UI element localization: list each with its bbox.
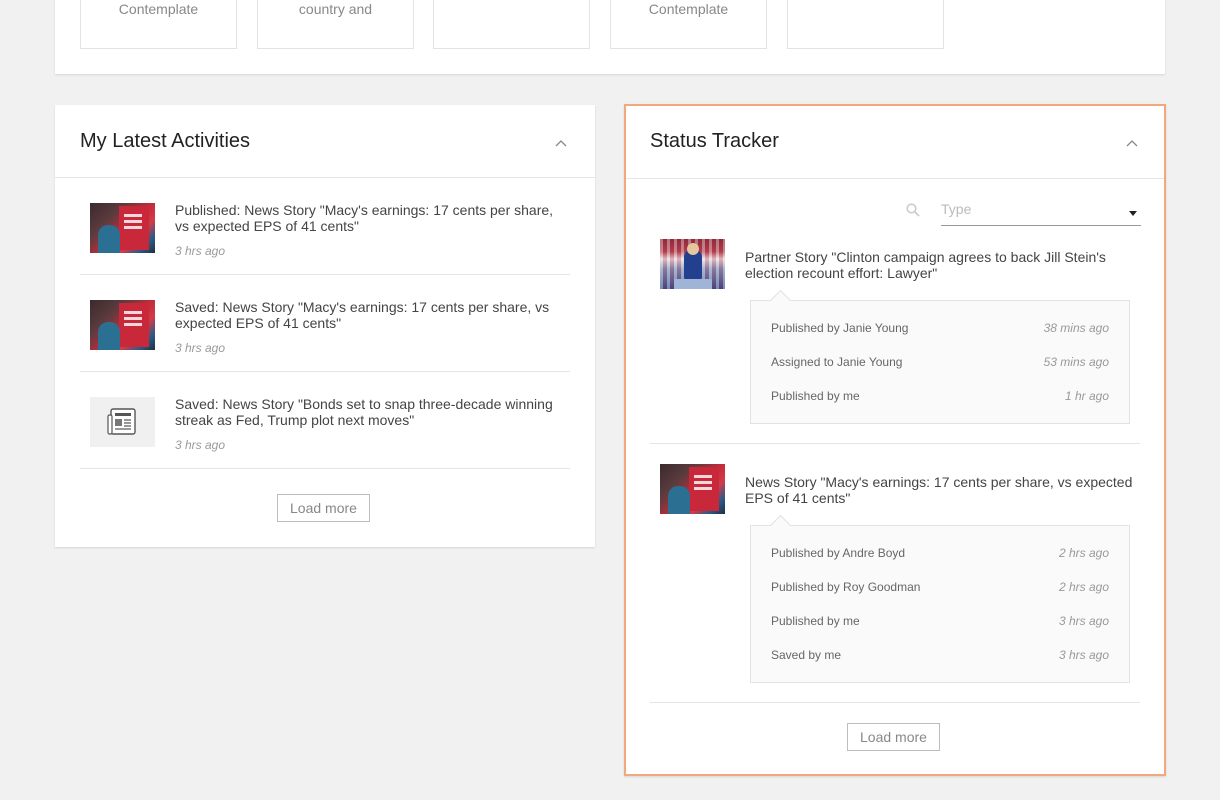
history-time: 3 hrs ago — [1058, 614, 1109, 628]
status-tracker-panel: Status Tracker Type Partner Story "Clint… — [624, 104, 1166, 776]
history-action: Published by me — [771, 389, 860, 403]
history-action: Published by Janie Young — [771, 321, 909, 335]
history-row: Published by Andre Boyd 2 hrs ago — [751, 536, 1129, 570]
top-card[interactable] — [787, 0, 944, 49]
status-history: Published by Janie Young 38 mins ago Ass… — [750, 300, 1130, 424]
history-row: Published by me 3 hrs ago — [751, 604, 1129, 638]
chevron-up-icon[interactable] — [1126, 137, 1138, 149]
history-time: 53 mins ago — [1043, 355, 1109, 369]
history-row: Published by Roy Goodman 2 hrs ago — [751, 570, 1129, 604]
type-placeholder: Type — [941, 201, 972, 217]
top-card-text: Contemplate — [648, 1, 729, 17]
history-row: Published by Janie Young 38 mins ago — [751, 311, 1129, 345]
activity-item[interactable]: Saved: News Story "Macy's earnings: 17 c… — [80, 275, 570, 372]
panel-title: My Latest Activities — [80, 130, 251, 152]
history-action: Saved by me — [771, 648, 842, 662]
top-card[interactable] — [433, 0, 590, 49]
load-more-button[interactable]: Load more — [277, 494, 370, 522]
activity-text: Published: News Story "Macy's earnings: … — [175, 202, 554, 234]
activity-text: Saved: News Story "Macy's earnings: 17 c… — [175, 299, 550, 331]
activity-item[interactable]: Published: News Story "Macy's earnings: … — [80, 178, 570, 275]
history-action: Published by Andre Boyd — [771, 546, 906, 560]
tracked-story[interactable]: News Story "Macy's earnings: 17 cents pe… — [650, 464, 1140, 703]
history-action: Published by Roy Goodman — [771, 580, 921, 594]
search-icon[interactable] — [906, 203, 920, 217]
top-card-text: Contemplate — [118, 1, 199, 17]
history-action: Assigned to Janie Young — [771, 355, 903, 369]
history-time: 2 hrs ago — [1058, 546, 1109, 560]
activity-time: 3 hrs ago — [175, 341, 226, 355]
newspaper-icon — [90, 397, 155, 447]
history-time: 3 hrs ago — [1058, 648, 1109, 662]
panel-title: Status Tracker — [650, 130, 779, 152]
panel-header: Status Tracker — [626, 106, 1164, 179]
story-thumbnail — [90, 203, 155, 253]
activity-time: 3 hrs ago — [175, 438, 226, 452]
story-thumbnail — [90, 300, 155, 350]
story-title: News Story "Macy's earnings: 17 cents pe… — [745, 474, 1133, 506]
story-thumbnail — [660, 464, 725, 514]
top-cards-panel: Contemplate country and Contemplate — [55, 0, 1165, 74]
activity-time: 3 hrs ago — [175, 244, 226, 258]
top-card-text: country and — [298, 1, 373, 17]
load-more-button[interactable]: Load more — [847, 723, 940, 751]
caret-down-icon — [1129, 211, 1137, 216]
activity-text: Saved: News Story "Bonds set to snap thr… — [175, 396, 553, 428]
history-row: Assigned to Janie Young 53 mins ago — [751, 345, 1129, 379]
history-row: Published by me 1 hr ago — [751, 379, 1129, 413]
latest-activities-panel: My Latest Activities Published: News Sto… — [55, 105, 595, 547]
history-action: Published by me — [771, 614, 860, 628]
history-time: 38 mins ago — [1043, 321, 1109, 335]
history-time: 1 hr ago — [1064, 389, 1109, 403]
chevron-up-icon[interactable] — [555, 137, 567, 149]
status-history: Published by Andre Boyd 2 hrs ago Publis… — [750, 525, 1130, 683]
story-thumbnail — [660, 239, 725, 289]
top-card[interactable]: Contemplate — [610, 0, 767, 49]
activity-item[interactable]: Saved: News Story "Bonds set to snap thr… — [80, 372, 570, 469]
panel-header: My Latest Activities — [55, 105, 595, 178]
top-card[interactable]: country and — [257, 0, 414, 49]
top-card[interactable]: Contemplate — [80, 0, 237, 49]
story-title: Partner Story "Clinton campaign agrees t… — [745, 249, 1106, 281]
history-time: 2 hrs ago — [1058, 580, 1109, 594]
type-filter-select[interactable]: Type — [941, 198, 1141, 226]
tracked-story[interactable]: Partner Story "Clinton campaign agrees t… — [650, 239, 1140, 444]
history-row: Saved by me 3 hrs ago — [751, 638, 1129, 672]
